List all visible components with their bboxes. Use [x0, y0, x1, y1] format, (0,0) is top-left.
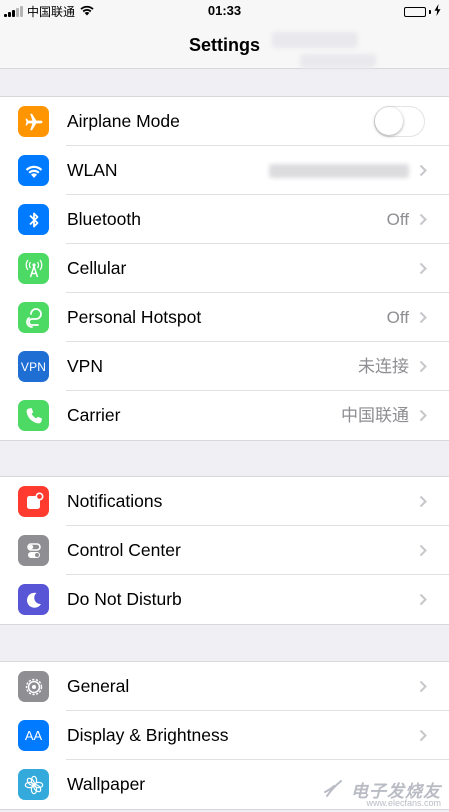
- row-cellular[interactable]: Cellular: [0, 244, 449, 293]
- row-airplane-mode[interactable]: Airplane Mode: [0, 97, 449, 146]
- chevron-right-icon: [419, 213, 427, 226]
- gear-icon: [18, 671, 49, 702]
- row-personal-hotspot[interactable]: Personal Hotspot Off: [0, 293, 449, 342]
- row-display-brightness[interactable]: AA Display & Brightness: [0, 711, 449, 760]
- row-label: Display & Brightness: [67, 725, 229, 745]
- control-center-icon: [18, 535, 49, 566]
- chevron-right-icon: [419, 262, 427, 275]
- row-do-not-disturb[interactable]: Do Not Disturb: [0, 575, 449, 624]
- bluetooth-icon: [18, 204, 49, 235]
- battery-tip: [429, 9, 431, 14]
- chevron-right-icon: [419, 164, 427, 177]
- chevron-right-icon: [419, 495, 427, 508]
- wifi-icon: [18, 155, 49, 186]
- status-right: [404, 4, 441, 19]
- row-general[interactable]: General: [0, 662, 449, 711]
- charging-bolt-icon: [434, 4, 441, 19]
- vpn-status: 未连接: [358, 357, 409, 376]
- chevron-right-icon: [419, 729, 427, 742]
- row-label: WLAN: [67, 160, 118, 180]
- hotspot-status: Off: [386, 308, 409, 327]
- row-vpn[interactable]: VPN VPN 未连接: [0, 342, 449, 391]
- row-label: Cellular: [67, 258, 127, 278]
- chevron-right-icon: [419, 409, 427, 422]
- settings-group-notifications: Notifications Control Center Do Not Dist…: [0, 476, 449, 625]
- chevron-right-icon: [419, 544, 427, 557]
- status-time: 01:33: [207, 3, 242, 18]
- row-label: VPN: [67, 356, 103, 376]
- wallpaper-flower-icon: [18, 769, 49, 800]
- row-label: Control Center: [67, 540, 181, 560]
- redacted-area: [300, 54, 376, 68]
- row-wlan[interactable]: WLAN: [0, 146, 449, 195]
- airplane-icon: [18, 106, 49, 137]
- vpn-icon: VPN: [18, 351, 49, 382]
- row-control-center[interactable]: Control Center: [0, 526, 449, 575]
- carrier-value: 中国联通: [341, 406, 409, 425]
- phone-icon: [18, 400, 49, 431]
- row-bluetooth[interactable]: Bluetooth Off: [0, 195, 449, 244]
- display-icon-text: AA: [24, 728, 43, 743]
- airplane-mode-toggle[interactable]: [374, 106, 425, 137]
- row-carrier[interactable]: Carrier 中国联通: [0, 391, 449, 440]
- chevron-right-icon: [419, 680, 427, 693]
- row-label: Wallpaper: [67, 774, 146, 794]
- watermark: 电子发烧友 www.elecfans.com: [321, 776, 441, 808]
- row-label: Notifications: [67, 491, 163, 511]
- row-label: Do Not Disturb: [67, 589, 182, 609]
- redacted-area: [272, 32, 358, 48]
- redacted-network-name: [269, 164, 409, 178]
- watermark-logo-icon: [324, 780, 342, 797]
- moon-icon: [18, 584, 49, 615]
- settings-group-connectivity: Airplane Mode WLAN Bluetooth Off Cellula…: [0, 96, 449, 441]
- chevron-right-icon: [419, 593, 427, 606]
- row-label: Personal Hotspot: [67, 307, 202, 327]
- watermark-url: www.elecfans.com: [366, 798, 441, 808]
- row-label: Bluetooth: [67, 209, 141, 229]
- hotspot-icon: [18, 302, 49, 333]
- row-notifications[interactable]: Notifications: [0, 477, 449, 526]
- navigation-bar: Settings: [0, 22, 449, 69]
- status-bar: 中国联通 01:33: [0, 0, 449, 22]
- display-icon: AA: [18, 720, 49, 751]
- chevron-right-icon: [419, 311, 427, 324]
- chevron-right-icon: [419, 360, 427, 373]
- row-label: General: [67, 676, 130, 696]
- row-label: Airplane Mode: [67, 111, 180, 131]
- cellular-antenna-icon: [18, 253, 49, 284]
- notifications-icon: [18, 486, 49, 517]
- page-title: Settings: [188, 35, 260, 55]
- battery-icon: [404, 6, 426, 17]
- row-label: Carrier: [67, 405, 121, 425]
- vpn-icon-text: VPN: [20, 359, 47, 374]
- bluetooth-status: Off: [386, 210, 409, 229]
